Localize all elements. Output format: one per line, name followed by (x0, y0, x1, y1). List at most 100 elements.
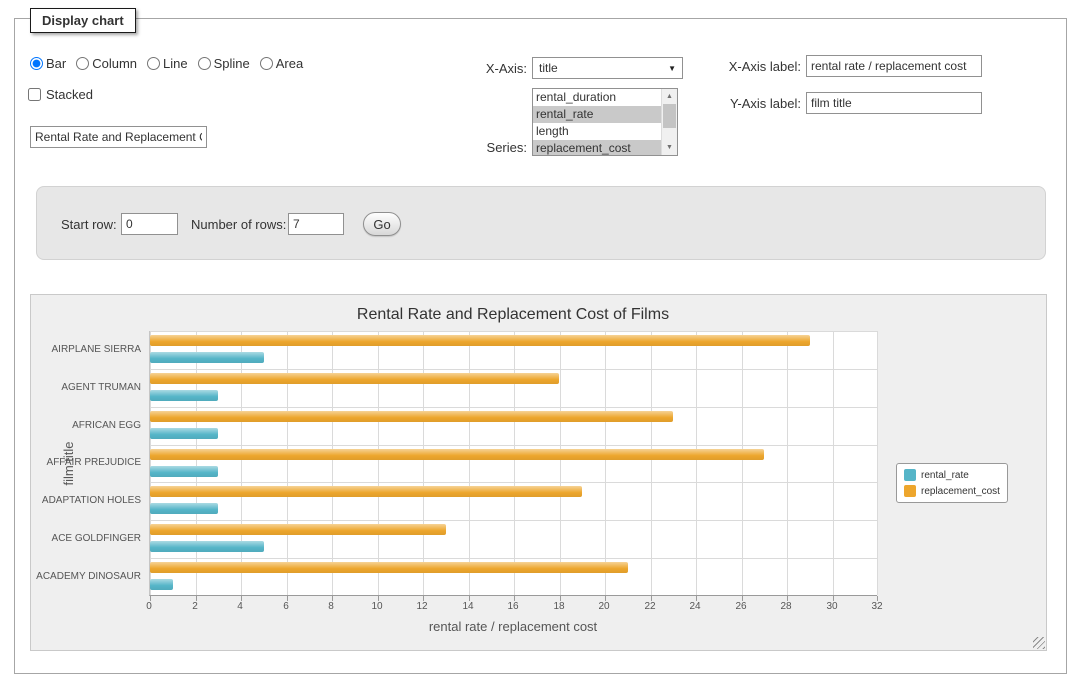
legend-swatch-icon (904, 469, 916, 481)
series-option-rental_duration[interactable]: rental_duration (533, 89, 661, 106)
category-label: AFRICAN EGG (31, 420, 141, 431)
chart-type-radio-line[interactable] (147, 57, 160, 70)
chart-type-radio-column[interactable] (76, 57, 89, 70)
bar-replacement_cost (150, 486, 582, 497)
legend-item-rental_rate[interactable]: rental_rate (904, 469, 1000, 481)
x-axis-selected-value: title (539, 61, 558, 75)
x-tick-label: 24 (680, 601, 710, 612)
start-row-label: Start row: (61, 217, 117, 232)
legend-label: rental_rate (921, 470, 969, 481)
y-gridline (150, 520, 877, 521)
bar-rental_rate (150, 579, 173, 590)
scrollbar-thumb[interactable] (663, 104, 676, 128)
x-tick-label: 8 (316, 601, 346, 612)
y-axis-label-input[interactable] (806, 92, 982, 114)
y-gridline (150, 407, 877, 408)
x-tick-label: 22 (635, 601, 665, 612)
chart-type-option-area[interactable]: Area (260, 56, 303, 71)
x-gridline (150, 331, 151, 595)
category-label: ADAPTATION HOLES (31, 495, 141, 506)
x-gridline (469, 331, 470, 595)
x-gridline (241, 331, 242, 595)
x-tick-label: 30 (817, 601, 847, 612)
x-tick-label: 20 (589, 601, 619, 612)
x-tick-label: 6 (271, 601, 301, 612)
chart-type-option-bar[interactable]: Bar (30, 56, 66, 71)
x-gridline (560, 331, 561, 595)
chart-type-option-line[interactable]: Line (147, 56, 188, 71)
chart-type-option-column[interactable]: Column (76, 56, 137, 71)
bar-replacement_cost (150, 524, 446, 535)
go-button[interactable]: Go (363, 212, 401, 236)
series-option-rental_rate[interactable]: rental_rate (533, 106, 661, 123)
x-axis-tick-labels: 02468101214161820222426283032 (149, 601, 877, 613)
x-gridline (196, 331, 197, 595)
series-label: Series: (447, 140, 527, 155)
y-gridline (150, 369, 877, 370)
panel-legend-label: Display chart (42, 13, 124, 28)
chart-type-option-spline[interactable]: Spline (198, 56, 250, 71)
category-axis-labels: AIRPLANE SIERRAAGENT TRUMANAFRICAN EGGAF… (31, 331, 141, 596)
legend-item-replacement_cost[interactable]: replacement_cost (904, 485, 1000, 497)
x-tick-label: 16 (498, 601, 528, 612)
series-scrollbar: ▲ ▼ (661, 89, 677, 155)
category-label: AIRPLANE SIERRA (31, 344, 141, 355)
x-gridline (378, 331, 379, 595)
row-range-panel: Start row: Number of rows: Go (36, 186, 1046, 260)
bar-rental_rate (150, 503, 218, 514)
y-gridline (150, 558, 877, 559)
start-row-input[interactable] (121, 213, 178, 235)
x-tick-label: 4 (225, 601, 255, 612)
plot-area (149, 331, 877, 596)
bar-replacement_cost (150, 562, 628, 573)
scroll-down-icon: ▼ (666, 144, 673, 151)
series-multiselect: rental_durationrental_ratelengthreplacem… (532, 88, 678, 156)
panel-legend: Display chart (30, 8, 136, 33)
x-tick-label: 28 (771, 601, 801, 612)
bar-rental_rate (150, 466, 218, 477)
chart-type-label: Bar (46, 56, 66, 71)
x-axis-select[interactable]: title ▼ (532, 57, 683, 79)
x-gridline (423, 331, 424, 595)
x-tick-label: 18 (544, 601, 574, 612)
chart-title: Rental Rate and Replacement Cost of Film… (149, 306, 877, 324)
chart-container: Rental Rate and Replacement Cost of Film… (30, 294, 1047, 651)
series-option-replacement_cost[interactable]: replacement_cost (533, 140, 661, 156)
x-tick-label: 14 (453, 601, 483, 612)
number-of-rows-input[interactable] (288, 213, 344, 235)
chart-type-radio-group: Bar Column Line Spline Area (30, 56, 303, 71)
x-gridline (696, 331, 697, 595)
chart-type-label: Line (163, 56, 188, 71)
chart-type-radio-area[interactable] (260, 57, 273, 70)
x-gridline (332, 331, 333, 595)
chart-type-label: Spline (214, 56, 250, 71)
chart-type-label: Area (276, 56, 303, 71)
x-tick-label: 10 (362, 601, 392, 612)
x-gridline (287, 331, 288, 595)
x-gridline (787, 331, 788, 595)
scroll-up-button[interactable]: ▲ (662, 89, 677, 104)
x-axis-label-input[interactable] (806, 55, 982, 77)
category-label: AGENT TRUMAN (31, 382, 141, 393)
x-gridline (877, 331, 878, 595)
scroll-down-button[interactable]: ▼ (662, 140, 677, 155)
chart-type-radio-spline[interactable] (198, 57, 211, 70)
chart-title-input[interactable] (30, 126, 207, 148)
dropdown-arrow-icon: ▼ (668, 64, 676, 73)
series-option-length[interactable]: length (533, 123, 661, 140)
x-axis-label-label: X-Axis label: (718, 59, 801, 74)
x-axis-title: rental rate / replacement cost (149, 619, 877, 634)
category-label: ACADEMY DINOSAUR (31, 571, 141, 582)
chart-type-radio-bar[interactable] (30, 57, 43, 70)
x-gridline (742, 331, 743, 595)
stacked-option: Stacked (28, 87, 93, 102)
stacked-label: Stacked (46, 87, 93, 102)
x-gridline (514, 331, 515, 595)
resize-handle-icon[interactable] (1033, 637, 1045, 649)
page: Display chart Bar Column Line Spline Area St… (0, 0, 1081, 681)
x-tick-label: 2 (180, 601, 210, 612)
category-label: ACE GOLDFINGER (31, 533, 141, 544)
scroll-up-icon: ▲ (666, 93, 673, 100)
stacked-checkbox[interactable] (28, 88, 41, 101)
y-gridline (150, 445, 877, 446)
